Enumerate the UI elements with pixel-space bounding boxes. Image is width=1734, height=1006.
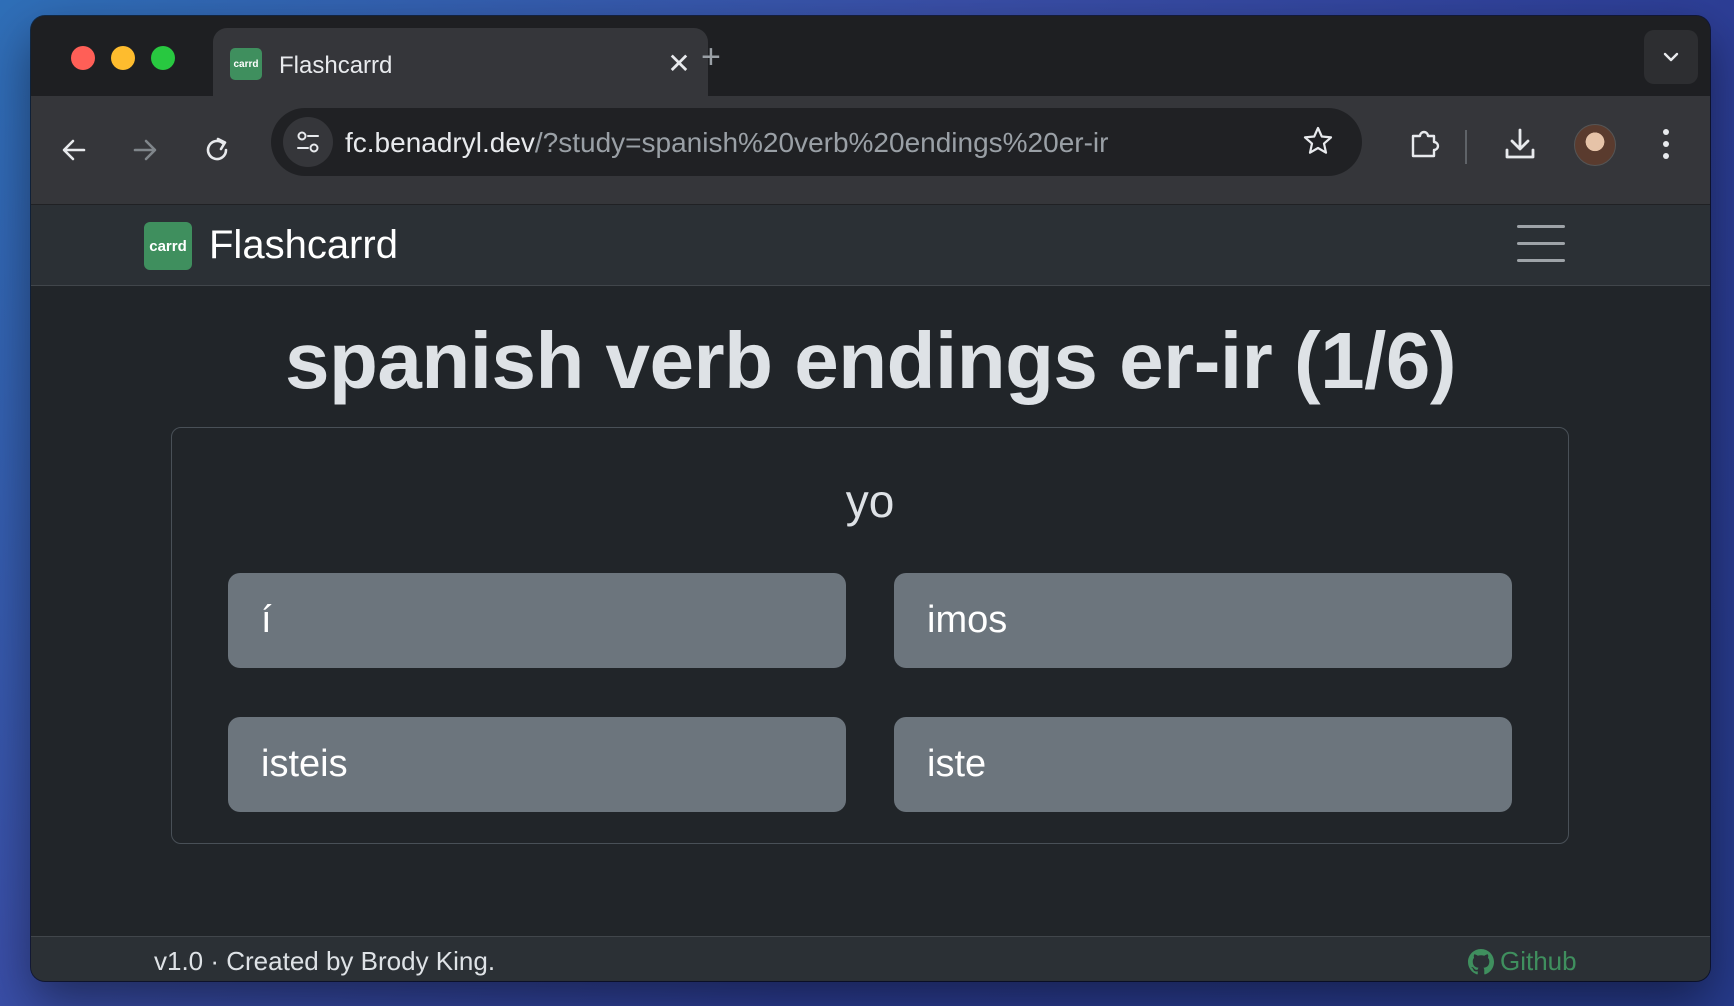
new-tab-button[interactable]: + [701,40,721,74]
address-bar[interactable]: fc.benadryl.dev/?study=spanish%20verb%20… [271,108,1362,176]
maximize-window-button[interactable] [151,46,175,70]
favicon-icon: carrd [230,48,262,80]
brand-name[interactable]: Flashcarrd [209,223,398,268]
github-icon [1468,948,1494,974]
tab-title: Flashcarrd [279,52,393,79]
url-path: /?study=spanish%20verb%20endings%20er-ir [534,127,1109,158]
forward-arrow-icon [133,139,157,161]
browser-window: carrd Flashcarrd ✕ + fc.benadryl.dev/?st… [31,16,1710,981]
star-icon [1303,126,1333,154]
back-arrow-icon [62,139,86,161]
profile-avatar[interactable] [1574,124,1616,166]
study-title: spanish verb endings er-ir (1/6) [285,316,1457,405]
reload-icon [206,137,228,161]
extensions-button[interactable] [1403,122,1447,166]
url-text: fc.benadryl.dev/?study=spanish%20verb%20… [345,127,1108,159]
close-window-button[interactable] [71,46,95,70]
browser-toolbar: fc.benadryl.dev/?study=spanish%20verb%20… [31,96,1710,205]
back-button[interactable] [54,130,94,170]
close-tab-button[interactable]: ✕ [663,48,695,80]
menu-toggle-button[interactable] [1517,225,1565,265]
more-vertical-icon [1663,129,1669,159]
hamburger-icon-bar [1517,259,1565,262]
hamburger-icon-bar [1517,225,1565,228]
puzzle-icon [1411,130,1440,158]
browser-menu-button[interactable] [1644,122,1688,166]
bookmark-button[interactable] [1302,125,1334,162]
answer-choice-button[interactable]: í [228,573,846,668]
forward-button[interactable] [125,130,165,170]
site-navbar: carrd Flashcarrd [31,205,1710,286]
toolbar-divider [1465,130,1467,164]
card-prompt: yo [845,475,895,527]
tab-flashcarrd[interactable]: carrd Flashcarrd ✕ [213,28,708,98]
reload-button[interactable] [197,130,237,170]
page-content: carrd Flashcarrd spanish verb endings er… [31,205,1710,981]
tab-search-button[interactable] [1644,30,1698,84]
window-controls [71,46,175,70]
chevron-down-icon [1663,52,1679,62]
footer-credit: v1.0 · Created by Brody King. [154,946,496,976]
downloads-button[interactable] [1498,122,1542,166]
flashcard: yo í imos isteis iste [171,427,1569,844]
download-icon [1505,128,1535,159]
minimize-window-button[interactable] [111,46,135,70]
hamburger-icon-bar [1517,242,1565,245]
tune-icon [297,131,319,153]
answer-choice-button[interactable]: imos [894,573,1512,668]
brand-logo[interactable]: carrd [144,222,192,270]
site-info-button[interactable] [283,117,333,167]
tab-strip: carrd Flashcarrd ✕ + [31,16,1710,98]
answer-choice-button[interactable]: isteis [228,717,846,812]
github-label: Github [1500,946,1577,976]
url-host: fc.benadryl.dev [345,127,535,158]
answer-choice-button[interactable]: iste [894,717,1512,812]
github-link[interactable]: Github [1468,946,1577,977]
site-footer: v1.0 · Created by Brody King. Github [31,936,1710,981]
